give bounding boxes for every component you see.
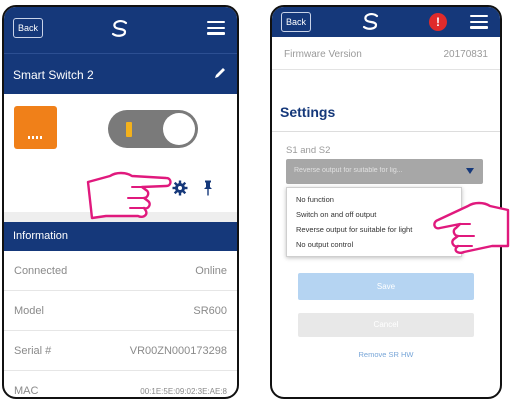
pointing-hand-icon [433, 201, 510, 254]
info-value: SR600 [193, 305, 227, 317]
s-logo-icon [111, 20, 128, 37]
cancel-button[interactable]: Cancel [298, 313, 474, 337]
information-title: Information [13, 230, 69, 242]
pointing-hand-icon [86, 171, 172, 220]
pencil-icon[interactable] [213, 66, 227, 80]
information-header: Information [4, 222, 237, 251]
hamburger-menu-icon[interactable] [470, 15, 488, 29]
firmware-label: Firmware Version [284, 49, 362, 60]
info-value: 00:1E:5E:09:02:3E:AE:8 [140, 387, 227, 396]
pin-icon[interactable] [203, 180, 213, 196]
device-name-bar: Smart Switch 2 [4, 53, 237, 95]
s1-s2-label: S1 and S2 [286, 145, 331, 156]
info-row-serial: Serial # VR00ZN000173298 [4, 331, 237, 371]
alert-icon[interactable]: ! [429, 13, 447, 31]
s1-s2-selected-value: Reverse output for suitable for lig... [294, 167, 403, 174]
firmware-value: 20170831 [443, 49, 489, 60]
back-button[interactable]: Back [281, 12, 311, 32]
s1-s2-select[interactable]: Reverse output for suitable for lig... [286, 159, 483, 184]
settings-title: Settings [280, 104, 336, 120]
device-tile-icon [14, 106, 57, 149]
save-button[interactable]: Save [298, 273, 474, 300]
s-logo-icon [362, 13, 379, 30]
app-header: Back [4, 7, 237, 53]
info-row-connected: Connected Online [4, 251, 237, 291]
info-label: Model [14, 305, 44, 317]
power-toggle-switch[interactable] [108, 110, 198, 148]
settings-divider [272, 131, 500, 132]
hamburger-menu-icon[interactable] [207, 21, 225, 35]
firmware-version-row: Firmware Version 20170831 [272, 39, 500, 70]
gear-icon[interactable] [172, 180, 188, 196]
info-value: Online [195, 265, 227, 277]
info-label: Serial # [14, 345, 52, 357]
back-button[interactable]: Back [13, 18, 43, 38]
device-name: Smart Switch 2 [13, 68, 94, 82]
info-row-mac: MAC 00:1E:5E:09:02:3E:AE:8 [4, 371, 237, 397]
info-value: VR00ZN000173298 [129, 345, 227, 357]
app-header: Back ! [272, 7, 500, 37]
info-row-model: Model SR600 [4, 291, 237, 331]
info-label: MAC [14, 385, 39, 397]
info-label: Connected [14, 265, 68, 277]
chevron-down-icon [466, 168, 474, 174]
remove-sr-hw-link[interactable]: Remove SR HW [272, 350, 500, 359]
